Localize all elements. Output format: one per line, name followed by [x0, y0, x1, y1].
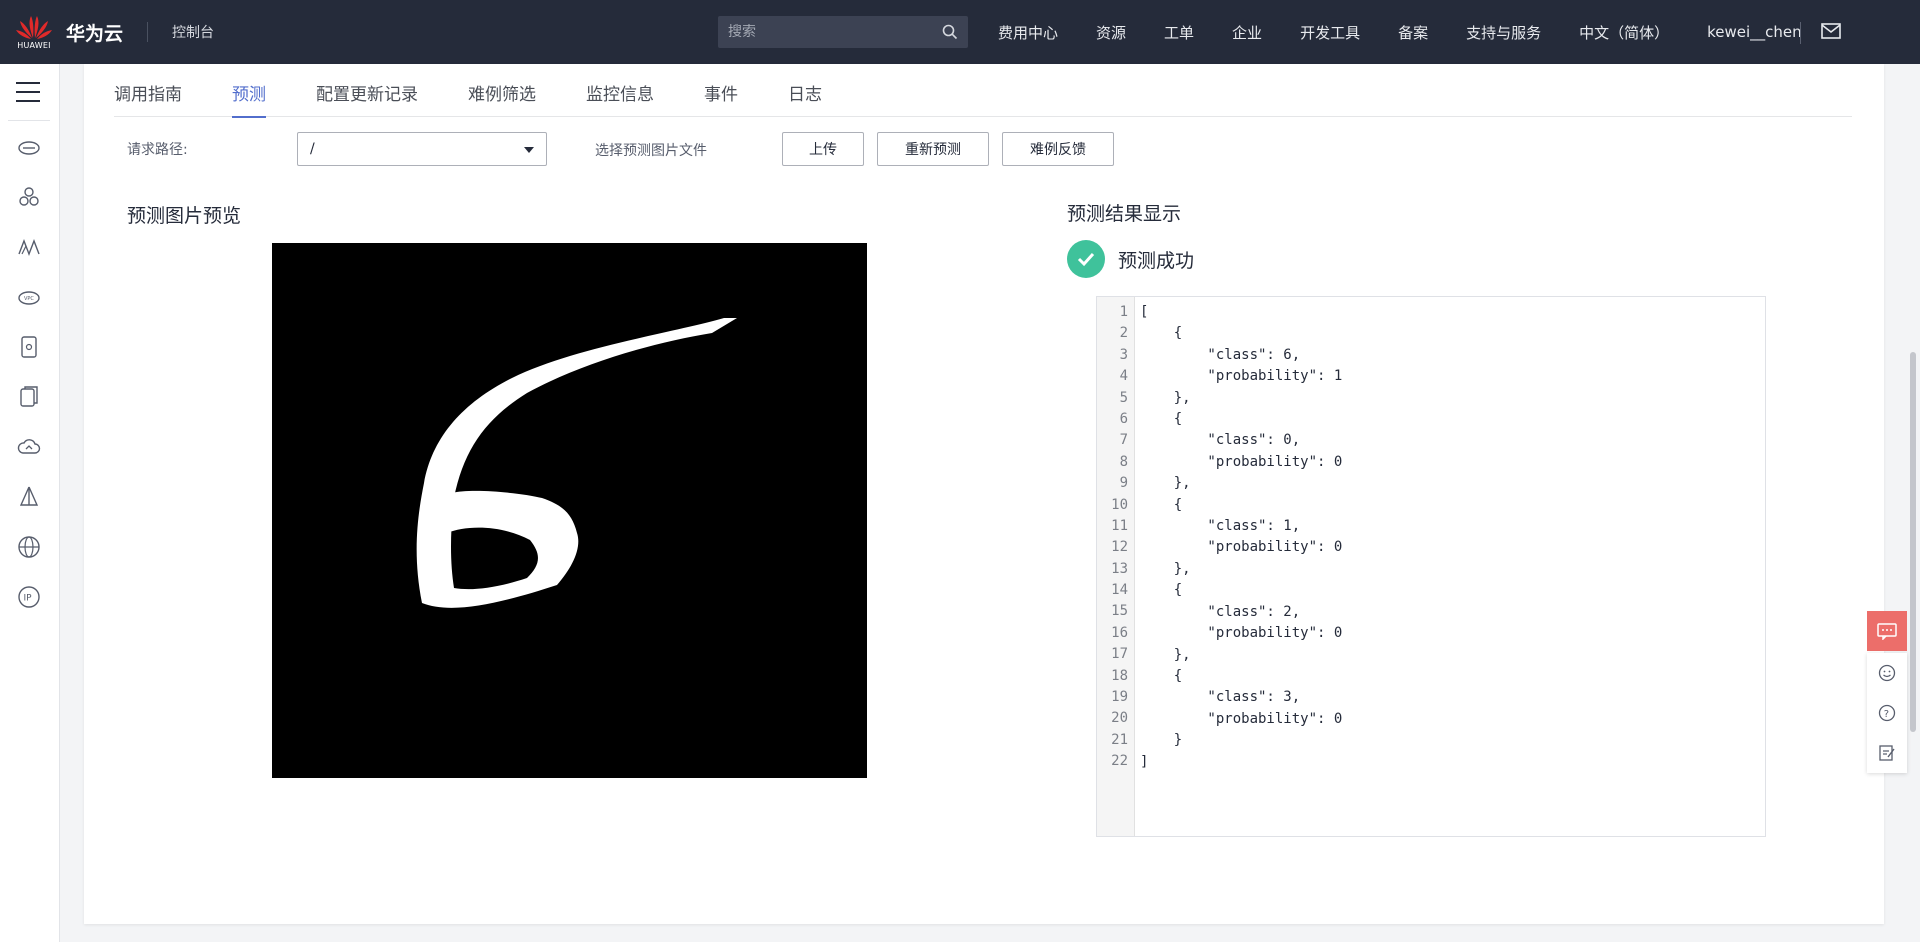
svg-text:IP: IP	[24, 594, 33, 604]
tab-hard-examples[interactable]: 难例筛选	[468, 64, 536, 117]
line-number: 13	[1111, 560, 1128, 577]
ip-icon[interactable]: IP	[17, 585, 41, 609]
smile-icon[interactable]	[1867, 653, 1907, 693]
edit-icon[interactable]	[1867, 733, 1907, 773]
line-number: 14	[1111, 582, 1128, 599]
line-number: 20	[1111, 710, 1128, 727]
line-number: 3	[1119, 346, 1128, 363]
help-icon[interactable]: ?	[1867, 693, 1907, 733]
result-code-editor[interactable]: 1 2 3 4 5 6 7 8 9 10 11 12 13 14 15 16 17 18 19 20 21 22 [ { …	[1096, 296, 1766, 837]
line-number: 4	[1119, 368, 1128, 385]
status-badge: 预测成功	[1067, 240, 1194, 278]
page-scrollbar[interactable]	[1910, 352, 1916, 732]
request-row: 请求路径: / 选择预测图片文件 上传 重新预测 难例反馈	[127, 132, 1827, 166]
result-json: [ { "class": 6, "probability": 1 }, { "c…	[1140, 304, 1343, 770]
result-title: 预测结果显示	[1067, 203, 1182, 225]
tab-events[interactable]: 事件	[704, 64, 738, 117]
logo-text: HUAWEI	[17, 41, 51, 50]
code-body: [ { "class": 6, "probability": 1 }, { "c…	[1135, 297, 1342, 836]
line-number: 18	[1111, 667, 1128, 684]
user-menu[interactable]: kewei__chen	[1707, 23, 1802, 41]
line-number: 17	[1111, 646, 1128, 663]
line-number: 19	[1111, 689, 1128, 706]
mail-icon[interactable]	[1820, 20, 1842, 42]
status-text: 预测成功	[1118, 249, 1195, 272]
feedback-button[interactable]: 难例反馈	[1002, 132, 1114, 166]
nav-tickets[interactable]: 工单	[1164, 22, 1194, 43]
top-bar: HUAWEI 华为云 控制台 费用中心 资源 工单 企业 开发工具 备案 支持与…	[0, 0, 1920, 64]
divider	[147, 22, 149, 42]
tab-guide[interactable]: 调用指南	[114, 64, 182, 117]
nav-language[interactable]: 中文（简体）	[1579, 22, 1669, 43]
vpc-cloud-icon[interactable]: VPC	[17, 285, 41, 309]
float-group: ?	[1867, 653, 1907, 773]
brand-name[interactable]: 华为云	[66, 19, 123, 46]
tab-bar: 调用指南 预测 配置更新记录 难例筛选 监控信息 事件 日志	[114, 64, 1852, 118]
repredict-button[interactable]: 重新预测	[877, 132, 989, 166]
line-number-gutter: 1 2 3 4 5 6 7 8 9 10 11 12 13 14 15 16 17 18 19 20 21 22	[1097, 297, 1135, 836]
preview-title: 预测图片预览	[127, 205, 242, 227]
mountain-icon[interactable]	[17, 235, 41, 259]
line-number: 11	[1111, 517, 1128, 534]
search-input[interactable]	[728, 24, 942, 40]
chat-icon[interactable]	[1867, 611, 1907, 651]
chevron-down-icon	[524, 147, 534, 153]
line-number: 5	[1119, 389, 1128, 406]
menu-icon[interactable]	[16, 82, 40, 109]
request-path-label: 请求路径:	[127, 142, 188, 158]
cloud-arrow-icon[interactable]	[17, 435, 41, 459]
huawei-flower-icon	[16, 16, 52, 39]
line-number: 2	[1119, 325, 1128, 342]
nav-billing[interactable]: 费用中心	[998, 22, 1058, 43]
tab-logs[interactable]: 日志	[788, 64, 822, 117]
upload-button[interactable]: 上传	[782, 132, 864, 166]
nav-dev-tools[interactable]: 开发工具	[1300, 22, 1360, 43]
search-icon[interactable]	[942, 24, 958, 40]
divider	[1800, 22, 1801, 44]
line-number: 8	[1119, 453, 1128, 470]
line-number: 6	[1119, 410, 1128, 427]
tab-predict[interactable]: 预测	[232, 64, 266, 118]
left-sidebar: VPC IP	[0, 64, 60, 942]
nav-support[interactable]: 支持与服务	[1466, 22, 1541, 43]
request-path-value: /	[310, 141, 315, 157]
cloud-server-icon[interactable]	[17, 135, 41, 159]
tent-icon[interactable]	[17, 485, 41, 509]
stack-icon[interactable]	[17, 385, 41, 409]
globe-icon[interactable]	[17, 535, 41, 559]
line-number: 22	[1111, 753, 1128, 770]
cluster-icon[interactable]	[17, 185, 41, 209]
tab-config-history[interactable]: 配置更新记录	[316, 64, 418, 117]
prediction-image	[272, 243, 867, 778]
nav-filing[interactable]: 备案	[1398, 22, 1428, 43]
top-search	[718, 16, 968, 48]
nav-resources[interactable]: 资源	[1096, 22, 1126, 43]
mail-wrap	[1800, 20, 1842, 44]
svg-text:?: ?	[1884, 709, 1889, 720]
line-number: 1	[1119, 304, 1128, 320]
line-number: 9	[1119, 475, 1128, 492]
line-number: 10	[1111, 496, 1128, 513]
main-card: 调用指南 预测 配置更新记录 难例筛选 监控信息 事件 日志 请求路径: / 选…	[84, 64, 1884, 924]
nav-enterprise[interactable]: 企业	[1232, 22, 1262, 43]
line-number: 7	[1119, 432, 1128, 449]
console-link[interactable]: 控制台	[172, 22, 214, 42]
line-number: 12	[1111, 539, 1128, 556]
huawei-logo[interactable]: HUAWEI	[10, 14, 58, 50]
digit-six-image	[416, 318, 737, 608]
top-nav: 费用中心 资源 工单 企业 开发工具 备案 支持与服务 中文（简体） kewei…	[998, 0, 1840, 64]
tab-monitoring[interactable]: 监控信息	[586, 64, 654, 117]
file-select-label: 选择预测图片文件	[595, 143, 707, 159]
line-number: 15	[1111, 603, 1128, 620]
line-number: 21	[1111, 731, 1128, 748]
line-number: 16	[1111, 624, 1128, 641]
check-icon	[1067, 240, 1105, 278]
svg-text:VPC: VPC	[24, 296, 34, 302]
float-toolbar: ?	[1867, 611, 1907, 773]
box-icon[interactable]	[17, 335, 41, 359]
divider	[8, 120, 50, 121]
request-path-select[interactable]: /	[297, 132, 547, 166]
